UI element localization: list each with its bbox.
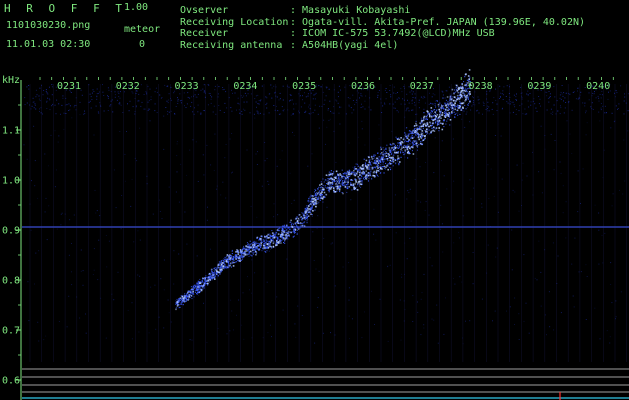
app-title-letter: F [93, 2, 100, 15]
receiver-label: Receiver [180, 28, 229, 39]
noise-layer [23, 84, 629, 345]
x-axis: 0231 0232 0233 0234 0235 0236 0237 0238 0239 0240 [39, 77, 614, 400]
y-tick-label: 0.8 [2, 276, 20, 287]
antenna-label: Receiving antenna [180, 39, 283, 51]
app-title-letter: O [48, 2, 56, 15]
meteor-trail-signal [175, 69, 472, 311]
app-title: H R O F F T [4, 2, 122, 15]
observer-value: : Masayuki Kobayashi [290, 5, 411, 16]
app-version: 1.00 [124, 2, 149, 13]
app-title-letter: T [115, 2, 122, 15]
y-axis-unit: kHz [2, 75, 20, 86]
x-tick-label: 0238 [469, 81, 493, 92]
x-tick-label: 0235 [292, 81, 316, 92]
y-tick-label: 0.7 [2, 326, 20, 337]
y-axis: kHz 1.1 1.0 0.9 0.8 0.7 0.6 [2, 75, 22, 400]
x-tick-label: 0232 [116, 81, 140, 92]
capture-datetime: 11.01.03 02:30 [6, 39, 91, 50]
x-tick-label: 0236 [351, 81, 375, 92]
station-info-values: : Masayuki Kobayashi : Ogata-vill. Akita… [290, 5, 585, 51]
app-title-letter: R [26, 2, 33, 15]
receiver-value: : ICOM IC-575 53.7492(@LCD)MHz USB [290, 28, 495, 39]
x-tick-label: 0237 [410, 81, 434, 92]
x-tick-label: 0234 [233, 81, 257, 92]
app-title-letter: H [4, 2, 11, 15]
image-filename: 1101030230.png [6, 20, 91, 31]
app-title-letter: F [70, 2, 78, 15]
meteor-count-value: 0 [139, 39, 146, 50]
x-tick-label: 0233 [175, 81, 199, 92]
grid-layer [22, 84, 629, 399]
spectrogram-plot: kHz1.11.00.90.80.70.6 0231 0232 0233 0234 02… [2, 69, 629, 400]
hrofft-window: kHz 1.1 1.0 0.9 0.8 0.7 0.6 0231 0232 0233 0234 02… [0, 0, 629, 400]
meteor-count-label: meteor [124, 24, 161, 35]
observer-label: Ovserver [180, 5, 229, 16]
x-tick-label: 0240 [586, 81, 610, 92]
location-value: : Ogata-vill. Akita-Pref. JAPAN (139.96E… [290, 16, 586, 28]
antenna-value: : A504HB(yagi 4el) [290, 39, 399, 51]
y-tick-label: 1.1 [2, 126, 20, 137]
y-tick-label: 0.9 [2, 226, 20, 237]
x-tick-label: 0231 [57, 81, 81, 92]
y-tick-label: 0.6 [2, 376, 20, 387]
x-tick-label: 0239 [527, 81, 551, 92]
y-tick-label: 1.0 [2, 176, 20, 187]
station-info-labels: Ovserver Receiving Location Receiver Rec… [180, 5, 288, 51]
location-label: Receiving Location [180, 16, 289, 28]
